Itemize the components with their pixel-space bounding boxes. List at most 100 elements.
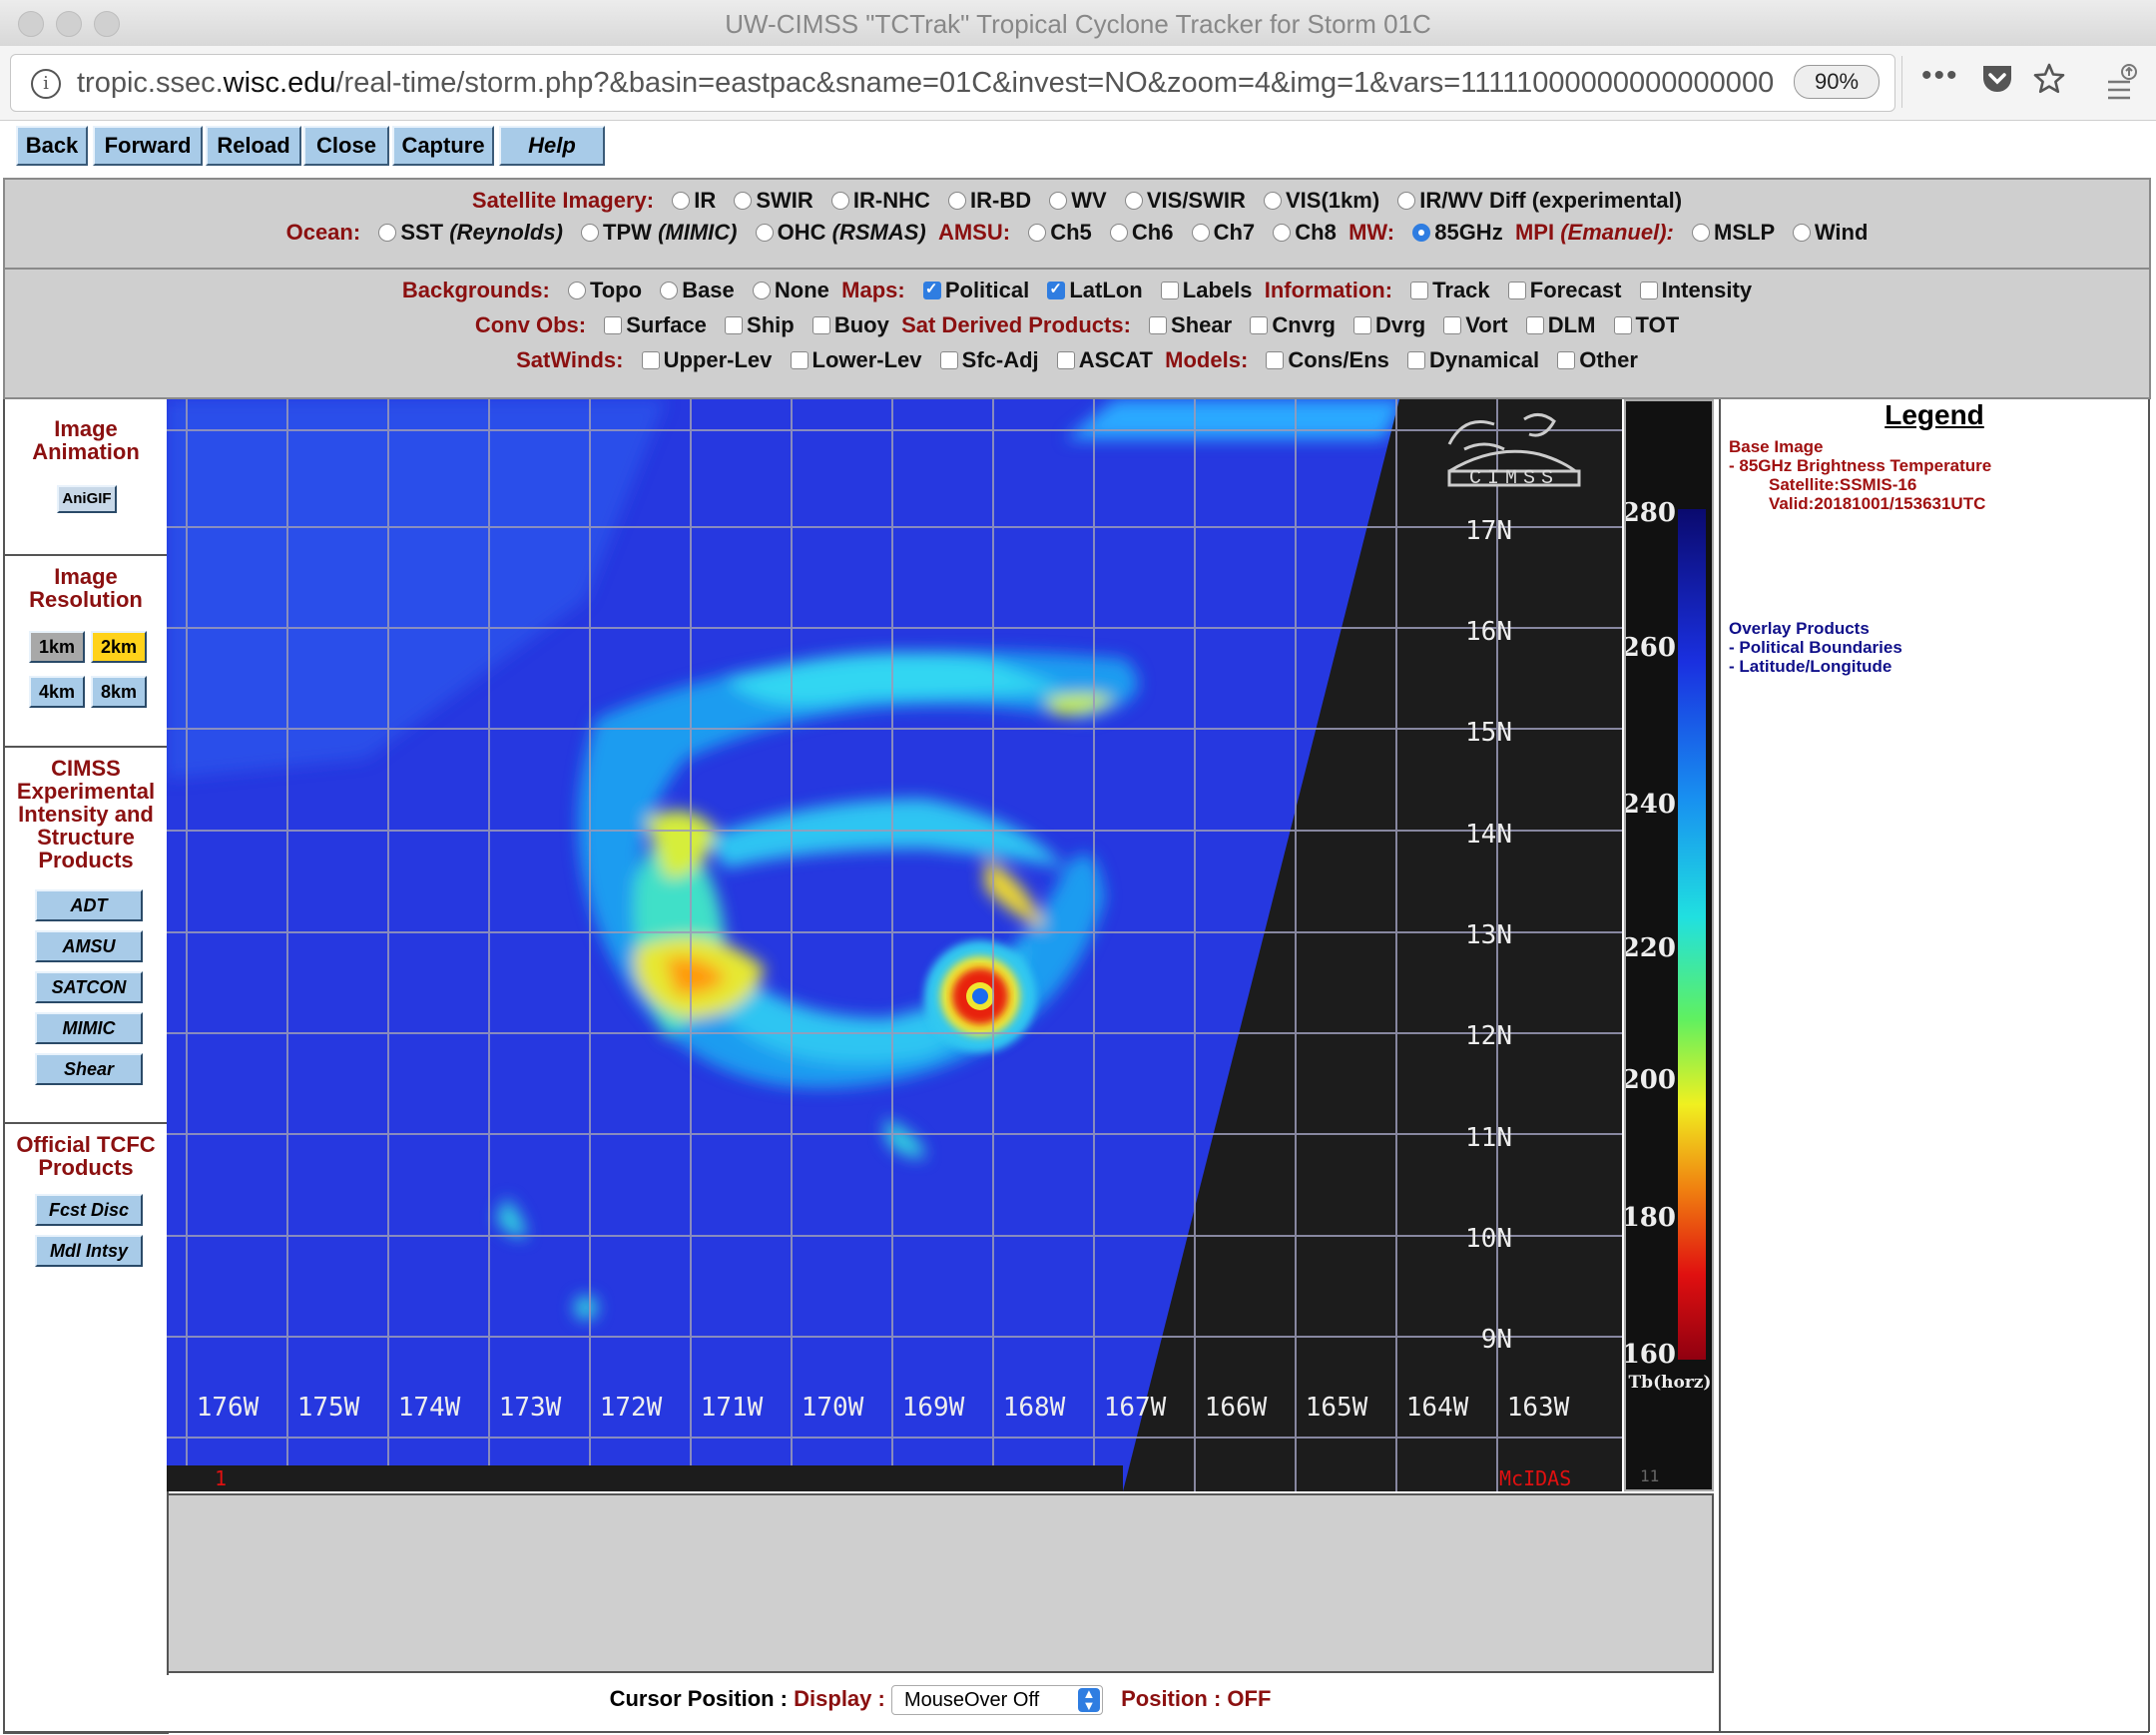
option-swir[interactable]: SWIR bbox=[756, 188, 812, 213]
zoom-level-badge[interactable]: 90% bbox=[1794, 65, 1880, 99]
option-ir[interactable]: IR bbox=[694, 188, 716, 213]
amsu-button[interactable]: AMSU bbox=[35, 930, 143, 962]
radio-ir-nhc[interactable] bbox=[830, 192, 849, 210]
option-lower-lev[interactable]: Lower-Lev bbox=[812, 347, 922, 372]
adt-button[interactable]: ADT bbox=[35, 889, 143, 921]
checkbox-cnvrg[interactable] bbox=[1250, 316, 1269, 334]
checkbox-tot[interactable] bbox=[1613, 316, 1632, 334]
checkbox-dvrg[interactable] bbox=[1353, 316, 1372, 334]
option-cnvrg[interactable]: Cnvrg bbox=[1272, 312, 1336, 337]
radio-vis-1km[interactable] bbox=[1264, 192, 1282, 210]
option-none[interactable]: None bbox=[775, 278, 829, 302]
checkbox-upper-lev[interactable] bbox=[641, 351, 660, 369]
forward-button[interactable]: Forward bbox=[93, 126, 203, 166]
option-wind[interactable]: Wind bbox=[1815, 220, 1869, 245]
bookmark-star-icon[interactable] bbox=[2032, 62, 2066, 105]
radio-base[interactable] bbox=[660, 282, 679, 299]
radio-ch8[interactable] bbox=[1273, 224, 1292, 242]
option-buoy[interactable]: Buoy bbox=[834, 312, 889, 337]
info-icon[interactable]: i bbox=[31, 69, 61, 99]
checkbox-latlon[interactable] bbox=[1047, 280, 1066, 299]
option-85ghz[interactable]: 85GHz bbox=[1434, 220, 1502, 245]
option-sst[interactable]: SST (Reynolds) bbox=[400, 220, 563, 245]
radio-topo[interactable] bbox=[567, 282, 586, 299]
option-latlon[interactable]: LatLon bbox=[1069, 278, 1142, 302]
option-mslp[interactable]: MSLP bbox=[1714, 220, 1775, 245]
option-shear[interactable]: Shear bbox=[1171, 312, 1232, 337]
checkbox-surface[interactable] bbox=[604, 316, 623, 334]
option-dlm[interactable]: DLM bbox=[1548, 312, 1596, 337]
radio-ir[interactable] bbox=[672, 192, 691, 210]
checkbox-ascat[interactable] bbox=[1056, 351, 1075, 369]
checkbox-track[interactable] bbox=[1410, 282, 1429, 299]
more-actions-icon[interactable]: ••• bbox=[1921, 56, 1959, 96]
radio-ir-bd[interactable] bbox=[948, 192, 967, 210]
shear-button[interactable]: Shear bbox=[35, 1053, 143, 1085]
mimic-button[interactable]: MIMIC bbox=[35, 1012, 143, 1044]
option-dvrg[interactable]: Dvrg bbox=[1375, 312, 1425, 337]
option-cons-ens[interactable]: Cons/Ens bbox=[1288, 347, 1388, 372]
menu-icon[interactable] bbox=[2104, 62, 2138, 111]
radio-85ghz[interactable] bbox=[1412, 224, 1431, 242]
option-labels[interactable]: Labels bbox=[1183, 278, 1253, 302]
option-topo[interactable]: Topo bbox=[590, 278, 642, 302]
checkbox-buoy[interactable] bbox=[811, 316, 830, 334]
radio-none[interactable] bbox=[752, 282, 771, 299]
radio-vis-swir[interactable] bbox=[1124, 192, 1143, 210]
option-tot[interactable]: TOT bbox=[1636, 312, 1680, 337]
checkbox-lower-lev[interactable] bbox=[790, 351, 808, 369]
checkbox-other[interactable] bbox=[1557, 351, 1576, 369]
reload-button[interactable]: Reload bbox=[206, 126, 301, 166]
radio-ohc[interactable] bbox=[755, 224, 774, 242]
option-tpw[interactable]: TPW (MIMIC) bbox=[603, 220, 737, 245]
option-dynamical[interactable]: Dynamical bbox=[1429, 347, 1539, 372]
option-ship[interactable]: Ship bbox=[747, 312, 795, 337]
option-vis-1km[interactable]: VIS(1km) bbox=[1286, 188, 1379, 213]
option-sfc-adj[interactable]: Sfc-Adj bbox=[962, 347, 1039, 372]
help-button[interactable]: Help bbox=[499, 126, 605, 166]
radio-tpw[interactable] bbox=[581, 224, 600, 242]
radio-ch5[interactable] bbox=[1028, 224, 1047, 242]
mdl-intsy-button[interactable]: Mdl Intsy bbox=[35, 1235, 143, 1267]
radio-swir[interactable] bbox=[734, 192, 753, 210]
resolution-4km-button[interactable]: 4km bbox=[29, 676, 85, 708]
option-ir-wv-diff[interactable]: IR/WV Diff (experimental) bbox=[1419, 188, 1682, 213]
display-select[interactable]: MouseOver Off ▲ ▼ bbox=[890, 1685, 1103, 1715]
address-bar[interactable]: i tropic.ssec.wisc.edu/real-time/storm.p… bbox=[10, 54, 1895, 112]
option-ir-bd[interactable]: IR-BD bbox=[970, 188, 1031, 213]
option-base[interactable]: Base bbox=[682, 278, 735, 302]
satcon-button[interactable]: SATCON bbox=[35, 971, 143, 1003]
option-other[interactable]: Other bbox=[1579, 347, 1638, 372]
option-upper-lev[interactable]: Upper-Lev bbox=[664, 347, 773, 372]
checkbox-forecast[interactable] bbox=[1507, 282, 1526, 299]
option-political[interactable]: Political bbox=[945, 278, 1029, 302]
radio-ch6[interactable] bbox=[1109, 224, 1128, 242]
option-ch7[interactable]: Ch7 bbox=[1214, 220, 1256, 245]
checkbox-labels[interactable] bbox=[1160, 282, 1179, 299]
option-wv[interactable]: WV bbox=[1071, 188, 1106, 213]
radio-mslp[interactable] bbox=[1692, 224, 1710, 242]
fcst-disc-button[interactable]: Fcst Disc bbox=[35, 1194, 143, 1226]
option-ch5[interactable]: Ch5 bbox=[1050, 220, 1092, 245]
option-ir-nhc[interactable]: IR-NHC bbox=[853, 188, 930, 213]
option-ch8[interactable]: Ch8 bbox=[1295, 220, 1337, 245]
back-button[interactable]: Back bbox=[16, 126, 88, 166]
checkbox-political[interactable] bbox=[922, 280, 941, 299]
resolution-2km-button[interactable]: 2km bbox=[91, 631, 147, 663]
capture-button[interactable]: Capture bbox=[392, 126, 494, 166]
checkbox-vort[interactable] bbox=[1443, 316, 1462, 334]
anigif-button[interactable]: AniGIF bbox=[57, 485, 117, 513]
checkbox-ship[interactable] bbox=[725, 316, 744, 334]
option-ch6[interactable]: Ch6 bbox=[1132, 220, 1174, 245]
option-track[interactable]: Track bbox=[1432, 278, 1490, 302]
radio-sst[interactable] bbox=[378, 224, 397, 242]
close-button[interactable]: Close bbox=[303, 126, 389, 166]
satellite-image[interactable]: CIMSS 17N 16N 15N 14N 13N 12N 11N 10N 9N… bbox=[167, 399, 1622, 1491]
option-ohc[interactable]: OHC (RSMAS) bbox=[778, 220, 926, 245]
option-surface[interactable]: Surface bbox=[626, 312, 707, 337]
radio-ir-wv-diff[interactable] bbox=[1397, 192, 1416, 210]
radio-wv[interactable] bbox=[1049, 192, 1068, 210]
resolution-1km-button[interactable]: 1km bbox=[29, 631, 85, 663]
checkbox-cons-ens[interactable] bbox=[1266, 351, 1285, 369]
resolution-8km-button[interactable]: 8km bbox=[91, 676, 147, 708]
